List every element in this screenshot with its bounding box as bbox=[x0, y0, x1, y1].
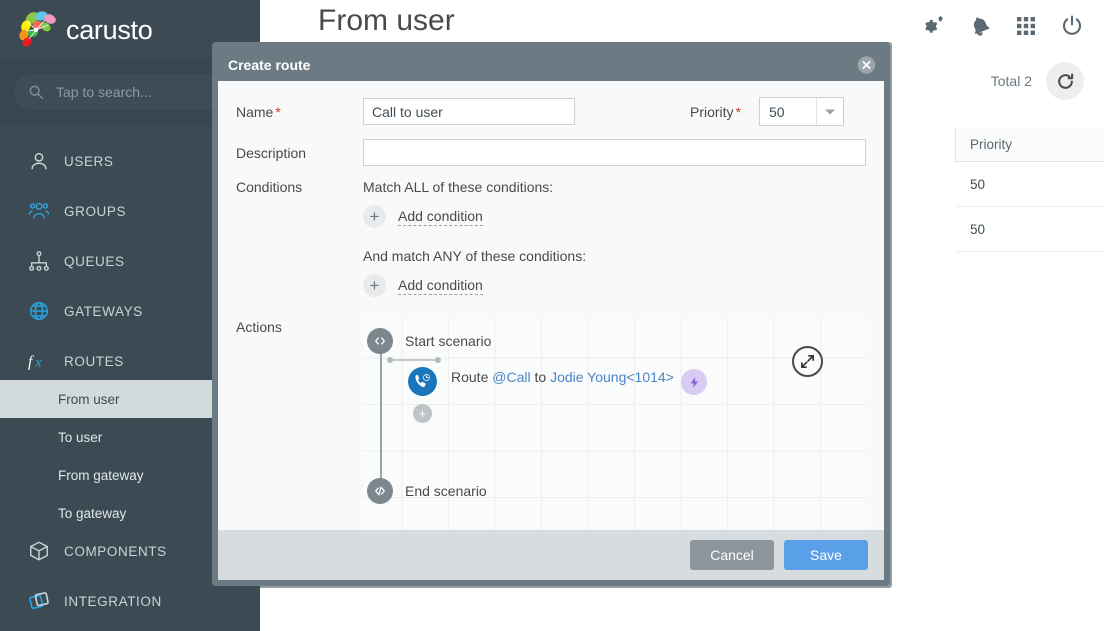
action-step-middle: to bbox=[530, 369, 551, 385]
search-icon bbox=[29, 85, 44, 100]
add-condition-any-row[interactable]: + Add condition bbox=[363, 274, 866, 297]
globe-icon bbox=[30, 302, 48, 320]
action-step-channel: @Call bbox=[492, 369, 531, 385]
plus-icon: + bbox=[418, 406, 427, 421]
priority-select[interactable]: 50 bbox=[759, 97, 845, 126]
action-step-prefix: Route bbox=[451, 369, 493, 385]
table-row[interactable]: 50 bbox=[956, 207, 1104, 252]
refresh-button[interactable] bbox=[1046, 62, 1084, 100]
cancel-button[interactable]: Cancel bbox=[690, 540, 774, 570]
layers-icon bbox=[29, 592, 49, 610]
add-condition-all-row[interactable]: + Add condition bbox=[363, 205, 866, 228]
code-brackets-icon bbox=[374, 337, 386, 345]
sidebar-item-label: INTEGRATION bbox=[64, 593, 162, 609]
action-step-label: Route @Call to Jodie Young<1014> bbox=[451, 369, 674, 385]
end-scenario-node[interactable] bbox=[367, 478, 393, 504]
apps-grid-icon[interactable] bbox=[1014, 14, 1038, 38]
list-toolbar: Total 2 bbox=[991, 62, 1084, 100]
svg-text:x: x bbox=[34, 355, 42, 370]
modal-title: Create route bbox=[228, 56, 311, 73]
end-scenario-label: End scenario bbox=[405, 483, 487, 499]
description-label: Description bbox=[236, 144, 307, 161]
app-root: carusto Tap to search... USERS GROUPS QU… bbox=[0, 0, 1104, 631]
required-marker: * bbox=[735, 103, 742, 120]
page-title: From user bbox=[318, 4, 455, 37]
connector-dot bbox=[435, 357, 441, 363]
close-icon[interactable] bbox=[857, 55, 876, 74]
sidebar-item-label: COMPONENTS bbox=[64, 543, 167, 559]
modal-footer: Cancel Save bbox=[218, 530, 884, 580]
save-button[interactable]: Save bbox=[784, 540, 868, 570]
modal-body: Name* Priority* 50 Description Condition… bbox=[218, 81, 884, 530]
total-count-label: Total 2 bbox=[990, 73, 1032, 89]
scenario-canvas[interactable]: Start scenario Route @Call to Jodie Youn… bbox=[363, 319, 866, 530]
start-scenario-label: Start scenario bbox=[405, 333, 492, 349]
power-icon[interactable] bbox=[1060, 14, 1084, 38]
group-icon bbox=[28, 202, 50, 219]
sidebar-item-label: To user bbox=[58, 429, 103, 445]
plus-icon: + bbox=[363, 274, 386, 297]
sidebar-item-label: GATEWAYS bbox=[64, 303, 143, 319]
sidebar-item-label: QUEUES bbox=[64, 253, 125, 269]
add-condition-any-link[interactable]: Add condition bbox=[398, 277, 483, 295]
name-input[interactable] bbox=[363, 98, 575, 125]
sidebar-item-label: ROUTES bbox=[64, 353, 124, 369]
search-placeholder: Tap to search... bbox=[56, 84, 152, 100]
priority-label: Priority * bbox=[690, 104, 741, 120]
name-label-text: Name bbox=[236, 103, 274, 120]
start-scenario-node[interactable] bbox=[367, 328, 393, 354]
chevron-down-icon bbox=[825, 109, 836, 114]
name-row: Name* Priority* 50 bbox=[236, 97, 866, 126]
table-row[interactable]: 50 bbox=[956, 162, 1104, 207]
required-marker: * bbox=[275, 103, 281, 120]
lightning-bolt-icon[interactable] bbox=[681, 369, 707, 395]
sidebar-item-label: From gateway bbox=[58, 467, 144, 483]
svg-text:f: f bbox=[28, 354, 35, 371]
connector-dot bbox=[387, 357, 393, 363]
description-input[interactable] bbox=[363, 139, 866, 166]
brand-name: carusto bbox=[66, 14, 153, 45]
modal-title-bar: Create route bbox=[218, 48, 884, 81]
fx-icon: f x bbox=[28, 354, 42, 371]
sidebar-item-label: From user bbox=[58, 391, 120, 407]
sidebar-item-label: USERS bbox=[64, 153, 114, 169]
description-row: Description bbox=[236, 139, 866, 166]
expand-arrows-icon[interactable] bbox=[792, 346, 823, 377]
sidebar-item-label: GROUPS bbox=[64, 203, 127, 219]
priority-selected-value: 50 bbox=[769, 103, 785, 120]
table-header-priority[interactable]: Priority bbox=[956, 128, 1104, 162]
select-separator bbox=[816, 98, 818, 125]
conditions-all-heading: Match ALL of these conditions: bbox=[363, 179, 554, 195]
add-step-button[interactable]: + bbox=[413, 404, 432, 423]
sidebar-item-label: To gateway bbox=[58, 505, 127, 521]
action-step-target: Jodie Young<1014> bbox=[550, 369, 674, 385]
bell-icon[interactable] bbox=[968, 14, 992, 38]
phone-clock-icon[interactable] bbox=[408, 367, 437, 396]
conditions-label: Conditions bbox=[236, 179, 303, 195]
scenario-connector-line bbox=[380, 349, 382, 499]
conditions-any-heading: And match ANY of these conditions: bbox=[363, 248, 587, 264]
actions-label: Actions bbox=[236, 319, 282, 335]
settings-gears-icon[interactable] bbox=[922, 14, 946, 38]
carusto-logo-icon bbox=[18, 9, 64, 51]
name-label: Name * bbox=[236, 104, 363, 120]
conditions-section: Conditions Match ALL of these conditions… bbox=[236, 179, 866, 317]
priority-label-text: Priority bbox=[690, 103, 734, 120]
header-icon-group bbox=[922, 14, 1084, 38]
cube-icon bbox=[30, 541, 48, 561]
actions-section: Actions Start scenario Route @Call to Jo… bbox=[236, 319, 866, 530]
user-icon bbox=[31, 152, 47, 170]
add-condition-all-link[interactable]: Add condition bbox=[398, 208, 483, 226]
queue-icon bbox=[29, 251, 49, 271]
code-brackets-icon bbox=[374, 486, 386, 496]
create-route-modal: Create route Name* Priority* 50 bbox=[212, 42, 890, 586]
refresh-icon bbox=[1057, 73, 1073, 89]
plus-icon: + bbox=[363, 205, 386, 228]
step-connector-bar bbox=[389, 359, 439, 361]
